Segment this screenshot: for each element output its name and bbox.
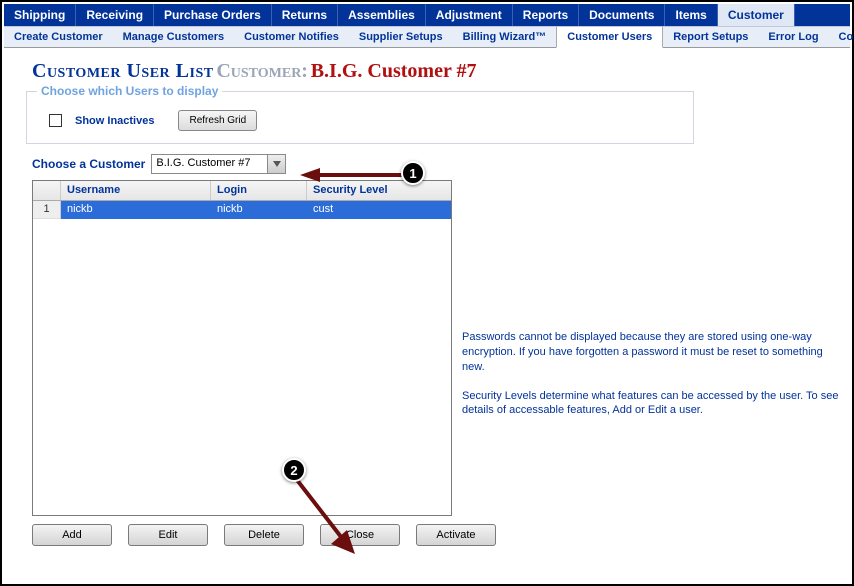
subnav-customer-users[interactable]: Customer Users [556,27,663,48]
show-inactives-checkbox[interactable] [49,114,62,127]
topnav-receiving[interactable]: Receiving [76,4,154,26]
page-title: Customer User List Customer: B.I.G. Cust… [4,48,850,87]
delete-button[interactable]: Delete [224,524,304,546]
annotation-badge-1: 1 [401,161,425,185]
col-security[interactable]: Security Level [307,181,451,200]
action-buttons: Add Edit Delete Close Activate [32,524,850,546]
show-inactives-label: Show Inactives [75,115,154,127]
page-title-main: Customer User List [32,60,214,82]
col-username[interactable]: Username [61,181,211,200]
subnav-error-log[interactable]: Error Log [758,27,828,47]
sub-nav: Create Customer Manage Customers Custome… [4,26,850,48]
topnav-returns[interactable]: Returns [272,4,338,26]
choose-customer-label: Choose a Customer [32,157,145,171]
topnav-customer[interactable]: Customer [718,4,795,26]
refresh-grid-button[interactable]: Refresh Grid [178,110,257,131]
topnav-adjustment[interactable]: Adjustment [426,4,513,26]
activate-button[interactable]: Activate [416,524,496,546]
info-para-2: Security Levels determine what features … [462,389,840,419]
info-para-1: Passwords cannot be displayed because th… [462,330,840,375]
subnav-supplier-setups[interactable]: Supplier Setups [349,27,453,47]
choose-customer-dropdown[interactable]: B.I.G. Customer #7 [151,154,286,174]
table-row[interactable]: 1 nickb nickb cust [33,201,451,219]
users-grid[interactable]: Username Login Security Level 1 nickb ni… [32,180,452,516]
topnav-shipping[interactable]: Shipping [4,4,76,26]
choose-customer-value: B.I.G. Customer #7 [152,155,267,173]
page-title-customer: B.I.G. Customer #7 [311,60,477,82]
add-button[interactable]: Add [32,524,112,546]
topnav-reports[interactable]: Reports [513,4,579,26]
col-login[interactable]: Login [211,181,307,200]
page-title-sublabel: Customer: [216,60,308,82]
topnav-assemblies[interactable]: Assemblies [338,4,426,26]
subnav-report-setups[interactable]: Report Setups [663,27,758,47]
cell-security: cust [307,201,451,219]
filter-legend: Choose which Users to display [37,84,222,98]
choose-customer-row: Choose a Customer B.I.G. Customer #7 [32,154,850,174]
subnav-billing-wizard[interactable]: Billing Wizard™ [453,27,557,47]
topnav-purchase-orders[interactable]: Purchase Orders [154,4,272,26]
chevron-down-icon [267,155,285,173]
cell-username: nickb [61,201,211,219]
subnav-create-customer[interactable]: Create Customer [4,27,113,47]
subnav-manage-customers[interactable]: Manage Customers [113,27,234,47]
top-nav: Shipping Receiving Purchase Orders Retur… [4,4,850,26]
filter-panel: Choose which Users to display Show Inact… [26,91,694,144]
topnav-items[interactable]: Items [665,4,717,26]
info-text: Passwords cannot be displayed because th… [462,330,840,432]
edit-button[interactable]: Edit [128,524,208,546]
annotation-badge-2: 2 [282,458,306,482]
close-button[interactable]: Close [320,524,400,546]
subnav-connect[interactable]: Connect [829,27,854,47]
cell-login: nickb [211,201,307,219]
grid-header: Username Login Security Level [33,181,451,201]
topnav-documents[interactable]: Documents [579,4,665,26]
subnav-customer-notifies[interactable]: Customer Notifies [234,27,349,47]
row-number: 1 [33,201,61,219]
